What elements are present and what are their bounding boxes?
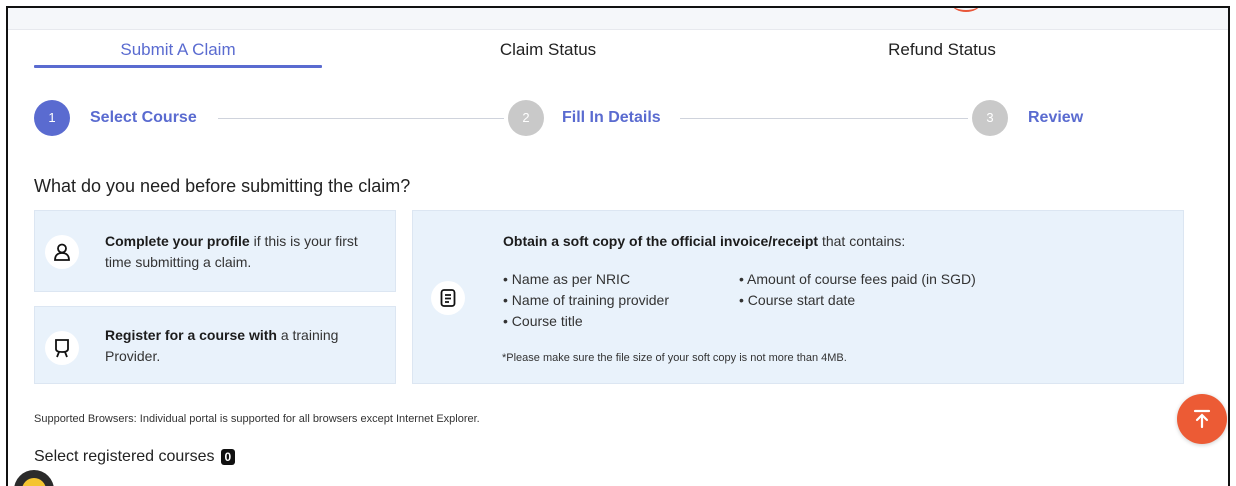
tab-label: Claim Status [499,40,597,59]
file-size-note: *Please make sure the file size of your … [502,352,847,364]
tab-label: Submit A Claim [120,40,236,59]
tab-refund-status[interactable]: Refund Status [822,38,1062,68]
list-item: Name of training provider [503,290,669,311]
invoice-bullets-left: Name as per NRIC Name of training provid… [503,269,669,332]
step-2-circle: 2 [508,100,544,136]
prerequisites-heading: What do you need before submitting the c… [34,176,411,196]
step-3-label: Review [1028,109,1084,126]
chat-assistant-button[interactable] [14,470,54,486]
document-icon [431,281,465,315]
invoice-bold: Obtain a soft copy of the official invoi… [503,233,819,249]
tab-claim-status[interactable]: Claim Status [428,38,668,68]
complete-profile-card: Complete your profile if this is your fi… [34,210,396,292]
step-3-circle: 3 [972,100,1008,136]
claim-page: Submit A Claim Claim Status Refund Statu… [6,6,1230,486]
arrow-up-to-line-icon [1193,409,1211,429]
complete-profile-bold[interactable]: Complete your profile [105,233,250,249]
step-1-label: Select Course [90,109,197,126]
step-2-label: Fill In Details [562,109,661,126]
list-item: Course start date [739,290,976,311]
top-header-strip [8,8,1228,30]
step-connector [218,118,504,119]
complete-profile-text: Complete your profile if this is your fi… [105,231,375,273]
select-registered-courses-heading: Select registered courses 0 [34,448,236,466]
register-course-card: Register for a course with a training Pr… [34,306,396,384]
register-course-text: Register for a course with a training Pr… [105,325,375,367]
person-icon [45,235,79,269]
select-registered-label: Select registered courses [34,448,215,465]
tab-submit-a-claim[interactable]: Submit A Claim [34,38,322,68]
invoice-rest: that contains: [818,233,906,249]
invoice-bullets-right: Amount of course fees paid (in SGD) Cour… [739,269,976,311]
active-tab-underline [34,65,322,68]
header-logo-fragment [952,8,980,12]
step-1-circle: 1 [34,100,70,136]
smiley-icon [22,478,46,486]
step-connector [680,118,968,119]
tab-label: Refund Status [888,40,996,59]
invoice-requirements-text: Obtain a soft copy of the official invoi… [503,231,1163,252]
scroll-to-top-button[interactable] [1177,394,1227,444]
register-course-bold: Register for a course with [105,327,277,343]
supported-browsers-text: Supported Browsers: Individual portal is… [34,413,480,425]
course-count-badge: 0 [220,449,236,465]
list-item: Amount of course fees paid (in SGD) [739,269,976,290]
list-item: Course title [503,311,669,332]
list-item: Name as per NRIC [503,269,669,290]
award-icon [45,331,79,365]
